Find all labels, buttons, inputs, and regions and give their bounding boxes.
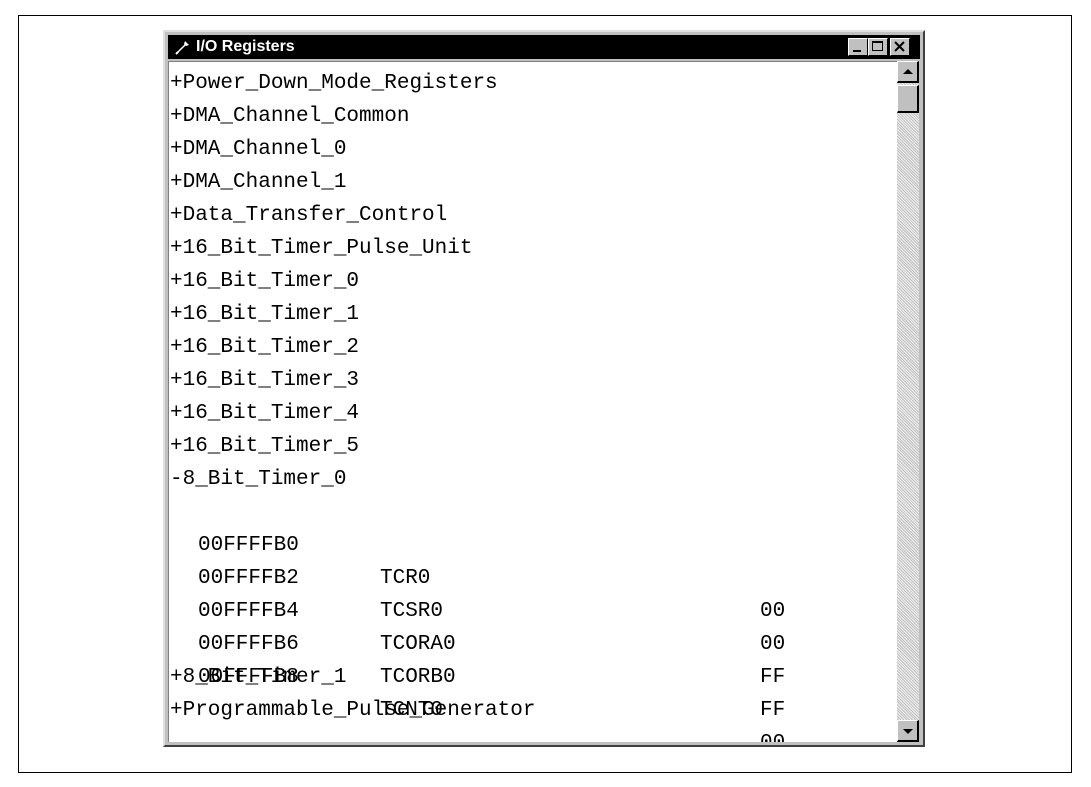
scroll-up-arrow-icon xyxy=(903,69,913,74)
register-row[interactable]: 00FFFFB8 TCNT0 00 xyxy=(170,628,890,742)
register-group-row[interactable]: +16_Bit_Timer_4 xyxy=(170,397,890,430)
register-group-row[interactable]: +16_Bit_Timer_0 xyxy=(170,265,890,298)
register-row[interactable]: 00FFFFB2 TCSR0 00 xyxy=(170,529,890,656)
register-group-row[interactable]: +8_Bit_Timer_1 xyxy=(170,661,890,694)
scroll-down-button[interactable] xyxy=(897,720,919,742)
register-group-row[interactable]: +DMA_Channel_Common xyxy=(170,100,890,133)
register-value[interactable]: 00 xyxy=(760,727,785,742)
scroll-down-arrow-icon xyxy=(903,729,913,734)
register-list-pane[interactable]: +Power_Down_Mode_Registers +DMA_Channel_… xyxy=(168,61,897,742)
vertical-scrollbar[interactable] xyxy=(897,61,919,742)
io-registers-window: I/O Registers +Power_Down_Mode_Registers… xyxy=(163,30,925,747)
register-group-row[interactable]: +Data_Transfer_Control xyxy=(170,199,890,232)
expanded-group-row[interactable]: -8_Bit_Timer_0 xyxy=(170,463,890,496)
minimize-button[interactable] xyxy=(848,38,868,56)
register-group-row[interactable]: +DMA_Channel_1 xyxy=(170,166,890,199)
register-group-row[interactable]: +16_Bit_Timer_3 xyxy=(170,364,890,397)
register-group-row[interactable]: +16_Bit_Timer_2 xyxy=(170,331,890,364)
scroll-thumb[interactable] xyxy=(897,85,919,113)
register-group-row[interactable]: +16_Bit_Timer_Pulse_Unit xyxy=(170,232,890,265)
register-group-row[interactable]: +16_Bit_Timer_5 xyxy=(170,430,890,463)
title-bar[interactable]: I/O Registers xyxy=(168,35,920,59)
register-list: +Power_Down_Mode_Registers +DMA_Channel_… xyxy=(170,67,890,742)
register-group-row[interactable]: +Power_Down_Mode_Registers xyxy=(170,67,890,100)
register-row[interactable]: 00FFFFB0 TCR0 00 xyxy=(170,496,890,623)
io-registers-icon xyxy=(174,38,192,56)
close-icon xyxy=(894,41,905,52)
scroll-up-button[interactable] xyxy=(897,61,919,83)
register-group-row[interactable]: +DMA_Channel_0 xyxy=(170,133,890,166)
maximize-button[interactable] xyxy=(868,38,888,56)
window-title: I/O Registers xyxy=(196,38,295,55)
register-row[interactable]: 00FFFFB4 TCORA0 FF xyxy=(170,562,890,689)
maximize-icon xyxy=(872,41,883,51)
minimize-icon xyxy=(853,50,861,52)
register-group-row[interactable]: +16_Bit_Timer_1 xyxy=(170,298,890,331)
register-group-row[interactable]: +Programmable_Pulse_Generator xyxy=(170,694,890,727)
close-button[interactable] xyxy=(890,38,910,56)
register-row[interactable]: 00FFFFB6 TCORB0 FF xyxy=(170,595,890,722)
